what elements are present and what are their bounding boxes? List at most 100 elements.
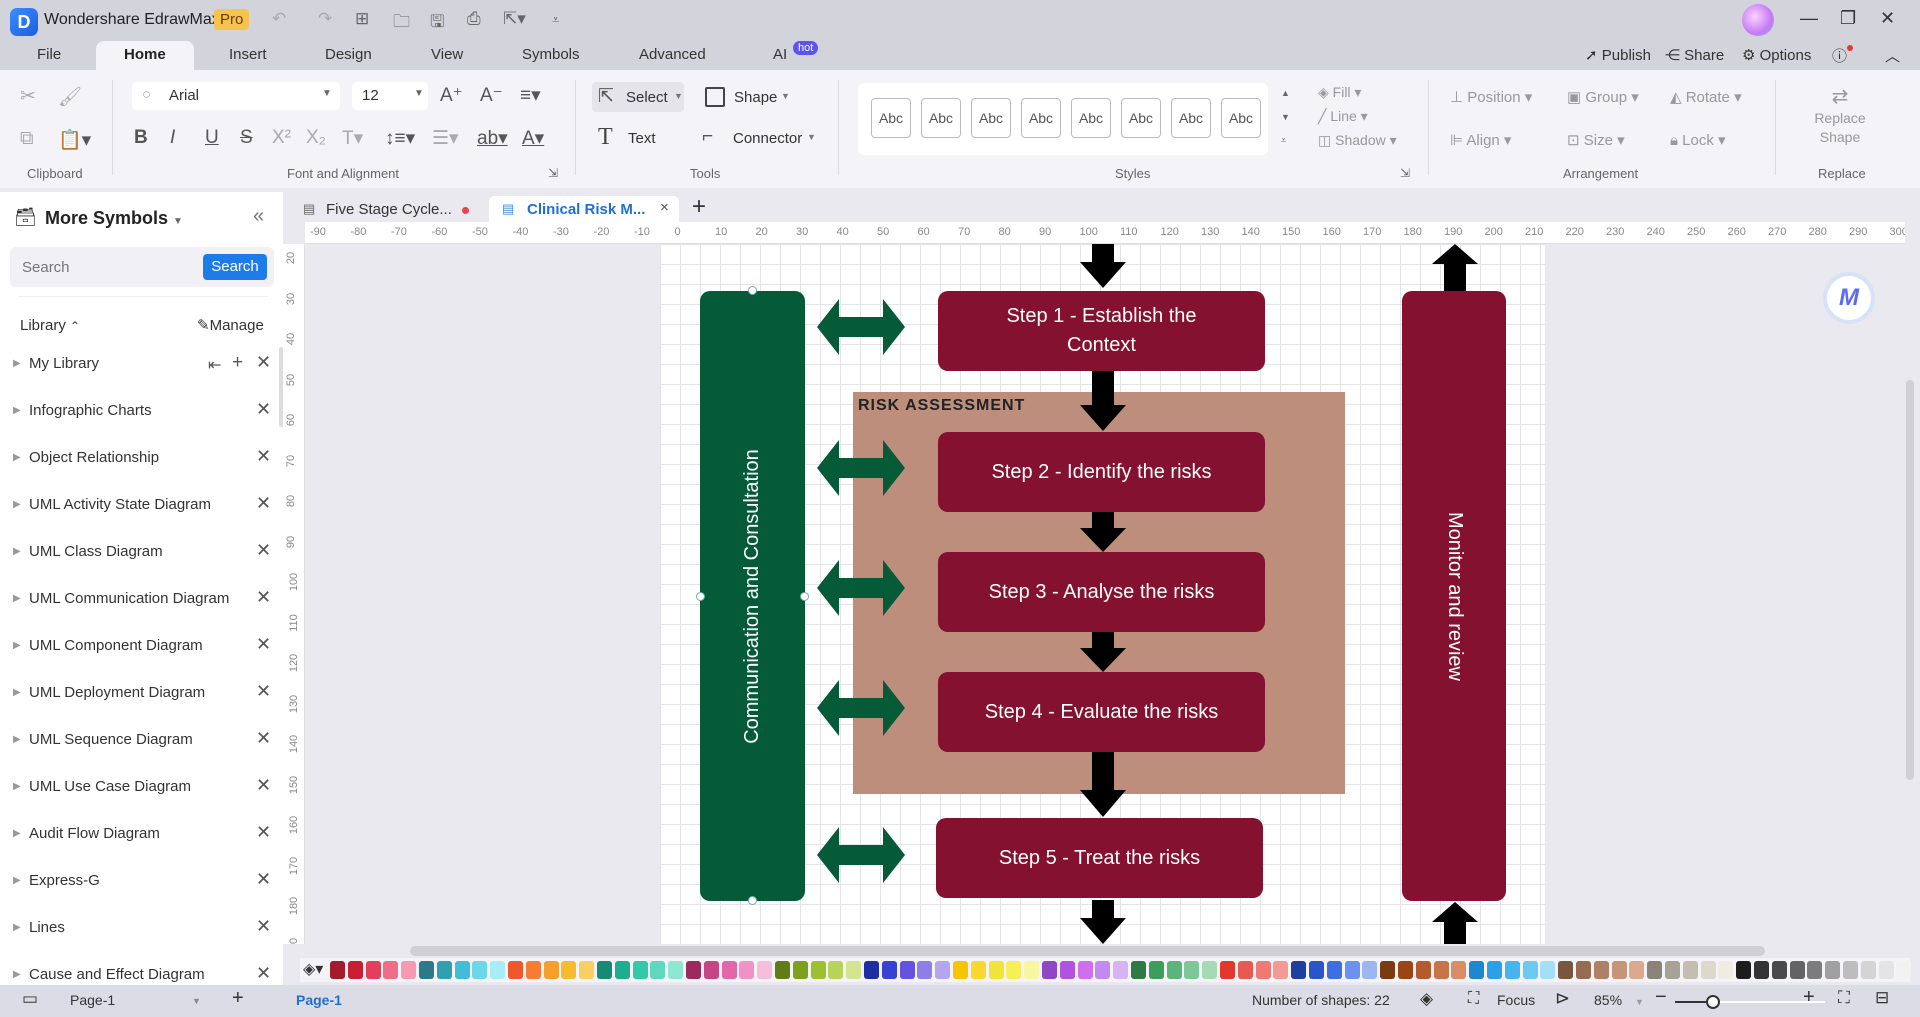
color-swatch[interactable] [1522, 961, 1538, 979]
down-arrow-step-3-to-4[interactable] [1078, 632, 1128, 672]
remove-library-icon[interactable]: ✕ [256, 775, 271, 796]
text-tool-button[interactable]: T Text [598, 124, 678, 154]
expand-icon[interactable]: ▶ [13, 452, 21, 463]
down-arrow-step-1-to-2[interactable] [1078, 371, 1128, 432]
up-arrow-into-monitor[interactable] [1430, 902, 1480, 944]
more-symbols-button[interactable]: More Symbols ▼ [45, 208, 183, 229]
color-swatch[interactable] [1451, 961, 1467, 979]
close-tab-icon[interactable]: × [660, 199, 669, 216]
decrease-font-icon[interactable]: A⁻ [480, 84, 503, 107]
color-swatch[interactable] [1700, 961, 1716, 979]
color-swatch[interactable] [1896, 961, 1912, 979]
shape-tool-button[interactable]: Shape ▼ [703, 82, 798, 112]
strikethrough-icon[interactable]: S [240, 127, 253, 149]
color-swatch[interactable] [1148, 961, 1164, 979]
library-toggle[interactable]: Library ⌃ [20, 317, 80, 334]
color-swatch[interactable] [1415, 961, 1431, 979]
drawing-canvas[interactable]: Communication and Consultation Monitor a… [305, 244, 1905, 944]
color-swatch[interactable] [775, 961, 790, 979]
search-button[interactable]: Search [203, 254, 267, 280]
new-tab-button[interactable]: + [692, 193, 706, 221]
select-tool-button[interactable]: ⇱ Select ▼ [592, 82, 684, 112]
color-swatch[interactable] [508, 961, 523, 979]
fill-button[interactable]: ◈ Fill ▾ [1318, 84, 1361, 101]
color-swatch[interactable] [1843, 961, 1858, 979]
color-swatch[interactable] [650, 961, 666, 979]
color-swatch[interactable] [401, 961, 417, 979]
library-item[interactable]: ▶ UML Communication Diagram ✕ [0, 579, 283, 626]
menu-tab-advanced[interactable]: Advanced [639, 46, 706, 63]
down-arrow-out-of-step-5[interactable] [1078, 900, 1128, 944]
color-swatch[interactable] [1540, 961, 1556, 979]
color-swatch[interactable] [561, 961, 577, 979]
color-swatch[interactable] [1166, 961, 1182, 979]
selection-handle[interactable] [748, 896, 757, 905]
position-button[interactable]: ⊥ Position ▾ [1450, 88, 1532, 106]
zoom-out-button[interactable]: − [1655, 986, 1667, 1009]
color-swatch[interactable] [1433, 961, 1449, 979]
style-sample[interactable]: Abc [1221, 98, 1261, 138]
color-swatch[interactable] [1611, 961, 1627, 979]
focus-button[interactable]: Focus [1497, 992, 1535, 1008]
down-arrow-into-step-1[interactable] [1078, 244, 1128, 291]
color-swatch[interactable] [330, 961, 345, 979]
underline-icon[interactable]: U [205, 127, 219, 149]
library-item[interactable]: ▶ UML Class Diagram ✕ [0, 532, 283, 579]
color-swatch[interactable] [597, 961, 612, 979]
remove-library-icon[interactable]: ✕ [256, 540, 271, 561]
font-color-icon[interactable]: A▾ [522, 127, 544, 150]
step-5-box[interactable]: Step 5 - Treat the risks [936, 818, 1263, 898]
bullet-list-icon[interactable]: ☰▾ [432, 127, 459, 150]
color-swatch[interactable] [543, 961, 559, 979]
color-swatch[interactable] [1362, 961, 1378, 979]
library-item[interactable]: ▶ UML Activity State Diagram ✕ [0, 485, 283, 532]
color-swatch[interactable] [1860, 961, 1876, 979]
font-size-select[interactable]: 12 ▼ [352, 82, 428, 110]
zoom-level[interactable]: 85% [1594, 992, 1622, 1008]
remove-library-icon[interactable]: ✕ [256, 634, 271, 655]
save-icon[interactable]: 🖫 [430, 9, 444, 38]
group-button[interactable]: ▣ Group ▾ [1567, 88, 1639, 106]
color-swatch[interactable] [1184, 961, 1200, 979]
color-swatch[interactable] [1469, 961, 1485, 979]
style-sample[interactable]: Abc [871, 98, 911, 138]
line-spacing-icon[interactable]: ↕≡▾ [385, 127, 415, 150]
color-swatch[interactable] [1220, 961, 1235, 979]
manage-button[interactable]: ✎Manage [197, 316, 264, 334]
close-button[interactable]: ✕ [1880, 8, 1895, 29]
chevron-down-icon[interactable]: ▼ [1635, 997, 1644, 1007]
color-swatch[interactable] [1309, 961, 1324, 979]
up-arrow-from-monitor[interactable] [1430, 244, 1480, 291]
double-arrow-step-4[interactable] [817, 680, 907, 736]
page-tab[interactable]: Page-1 [296, 992, 342, 1008]
style-sample[interactable]: Abc [1021, 98, 1061, 138]
color-swatch[interactable] [1665, 961, 1680, 979]
print-icon[interactable]: ⎙ [467, 9, 481, 29]
expand-icon[interactable]: ▶ [13, 781, 21, 792]
subscript-icon[interactable]: X₂ [306, 127, 326, 149]
customize-quick-access-icon[interactable]: ⩡ [552, 12, 559, 28]
expand-icon[interactable]: ▶ [13, 640, 21, 651]
font-family-select[interactable]: ○ Arial ▼ [132, 82, 340, 110]
color-swatch[interactable] [988, 961, 1004, 979]
gallery-expand-icon[interactable]: ⩡ [1281, 135, 1286, 146]
publish-button[interactable]: ➚ Publish [1585, 46, 1651, 64]
color-swatch[interactable] [1024, 961, 1040, 979]
library-item[interactable]: ▶ UML Use Case Diagram ✕ [0, 767, 283, 814]
ai-assistant-button[interactable]: M [1823, 272, 1875, 324]
color-swatch[interactable] [1754, 961, 1769, 979]
rotate-button[interactable]: ◭ Rotate ▾ [1670, 88, 1742, 106]
increase-font-icon[interactable]: A⁺ [440, 84, 463, 107]
expand-icon[interactable]: ▶ [13, 969, 21, 980]
color-swatch[interactable] [917, 961, 933, 979]
vertical-scrollbar[interactable] [1906, 380, 1914, 780]
lock-button[interactable]: 🔒︎ Lock ▾ [1670, 131, 1726, 149]
shadow-button[interactable]: ◫ Shadow ▾ [1318, 132, 1397, 149]
double-arrow-step-2[interactable] [817, 440, 907, 496]
color-swatch[interactable] [579, 961, 595, 979]
remove-library-icon[interactable]: ✕ [256, 822, 271, 843]
style-sample[interactable]: Abc [971, 98, 1011, 138]
add-icon[interactable]: + [232, 352, 243, 374]
color-swatch[interactable] [686, 961, 701, 979]
minimize-button[interactable]: — [1800, 8, 1818, 29]
